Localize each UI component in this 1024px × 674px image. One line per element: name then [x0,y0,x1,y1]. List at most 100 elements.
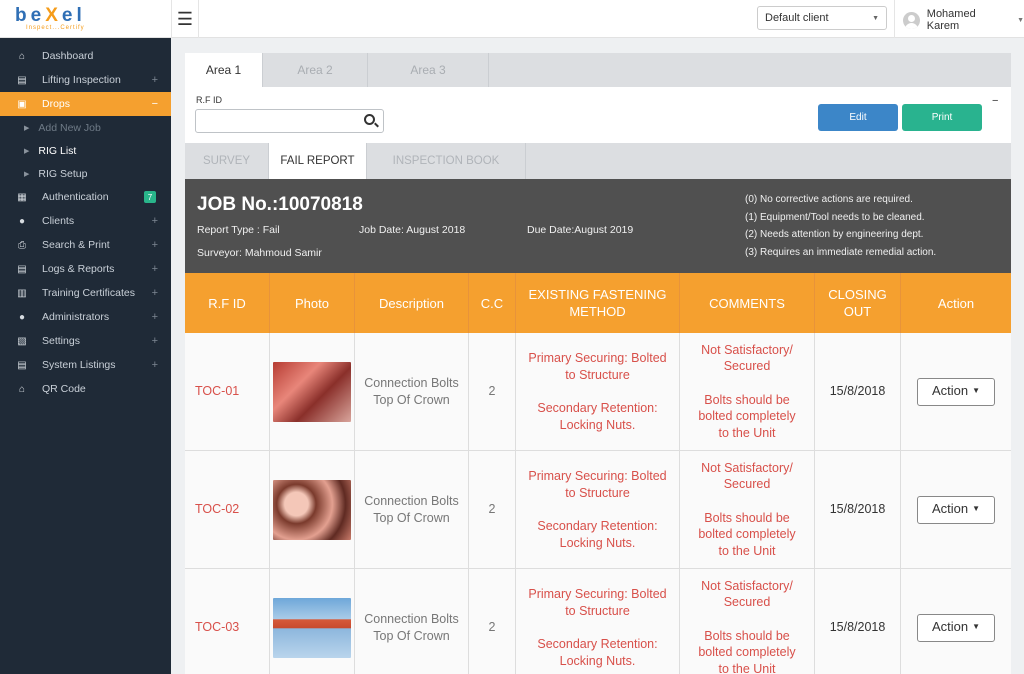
sidebar-subitem-label: RIG List [38,144,77,157]
tab-fail-report[interactable]: FAIL REPORT [269,143,367,179]
sidebar-item-clients[interactable]: ● Clients + [0,209,171,233]
secondary-retention: Secondary Retention: Locking Nuts. [537,637,658,668]
column-header: COMMENTS [680,273,815,333]
print-button[interactable]: Print [902,104,982,131]
comment-status: Not Satisfactory/ Secured [701,342,793,374]
column-header: Photo [270,273,355,333]
due-date: Due Date:August 2019 [527,224,634,236]
menu-toggle-icon[interactable]: ☰ [171,0,199,38]
legend-item: (2) Needs attention by engineering dept. [745,229,924,240]
job-date: Job Date: August 2018 [359,224,466,236]
sidebar-item-label: Training Certificates [42,287,135,299]
sidebar-item-training-certificates[interactable]: ▥ Training Certificates + [0,281,171,305]
report-tabs: SURVEY FAIL REPORT INSPECTION BOOK [185,143,1011,179]
action-dropdown-button[interactable]: Action ▼ [917,377,995,406]
comments-cell: Not Satisfactory/ Secured Bolts should b… [680,451,815,568]
search-icon[interactable] [364,114,375,125]
sidebar-item-administrators[interactable]: ● Administrators + [0,305,171,329]
job-header: JOB No.:10070818 Report Type : Fail Job … [185,179,1011,273]
logo-text: be [15,4,46,26]
expand-icon: + [151,359,158,371]
chevron-down-icon: ▼ [1017,16,1024,24]
rf-id-input[interactable] [195,109,384,133]
primary-securing: Primary Securing: Bolted to Structure [528,351,667,382]
action-dropdown-button[interactable]: Action ▼ [917,495,995,524]
description-cell: Connection Bolts Top Of Crown [355,569,469,674]
expand-icon: + [151,74,158,86]
rf-id-cell[interactable]: TOC-03 [185,569,270,674]
sidebar-item-label: QR Code [42,383,86,395]
rf-search-panel: R.F ID Edit Print − [185,87,1011,143]
comments-cell: Not Satisfactory/ Secured Bolts should b… [680,569,815,674]
sidebar-item-logs-reports[interactable]: ▤ Logs & Reports + [0,257,171,281]
secondary-retention: Secondary Retention: Locking Nuts. [537,401,658,432]
action-cell: Action ▼ [901,333,1011,450]
inspection-photo[interactable] [273,597,351,658]
tab-survey[interactable]: SURVEY [185,143,269,179]
collapse-icon[interactable]: − [992,95,998,107]
sidebar-item-lifting-inspection[interactable]: ▤ Lifting Inspection + [0,68,171,92]
secondary-retention: Secondary Retention: Locking Nuts. [537,519,658,550]
building-icon: ▦ [17,191,27,203]
table-row: TOC-03 Connection Bolts Top Of Crown 2 P… [185,569,1011,674]
sidebar-item-dashboard[interactable]: ⌂ Dashboard [0,44,171,68]
column-header: CLOSING OUT [815,273,901,333]
closing-out-cell: 15/8/2018 [815,333,901,450]
cc-cell: 2 [469,451,516,568]
action-label: Action [931,501,969,517]
cc-cell: 2 [469,569,516,674]
rf-id-cell[interactable]: TOC-01 [185,333,270,450]
client-select[interactable]: Default client ▼ [757,6,887,30]
report-type: Report Type : Fail [197,224,280,236]
caret-down-icon: ▼ [972,386,981,396]
inspection-photo[interactable] [273,479,351,540]
top-bar: beXel Inspect...Certify ☰ Default client… [0,0,1024,38]
legend-item: (0) No corrective actions are required. [745,194,913,205]
tab-area-1[interactable]: Area 1 [185,53,263,87]
fastening-cell: Primary Securing: Bolted to Structure Se… [516,569,680,674]
tab-inspection-book[interactable]: INSPECTION BOOK [367,143,526,179]
comments-cell: Not Satisfactory/ Secured Bolts should b… [680,333,815,450]
closing-out-cell: 15/8/2018 [815,451,901,568]
table-row: TOC-01 Connection Bolts Top Of Crown 2 P… [185,333,1011,451]
user-menu[interactable]: Mohamed Karem ▼ [903,8,1024,32]
expand-icon: + [151,239,158,251]
home-icon: ⌂ [18,383,26,395]
action-dropdown-button[interactable]: Action ▼ [917,613,995,642]
photo-cell [270,569,355,674]
edit-button[interactable]: Edit [818,104,898,131]
user-icon: ● [18,311,26,323]
sidebar-item-system-listings[interactable]: ▤ System Listings + [0,353,171,377]
sidebar-item-search-print[interactable]: ⎙ Search & Print + [0,233,171,257]
rf-id-cell[interactable]: TOC-02 [185,451,270,568]
table-header: R.F ID Photo Description C.C EXISTING FA… [185,273,1011,333]
sidebar-subitem-add-new-job[interactable]: ▶ Add New Job [0,116,171,139]
tab-area-3[interactable]: Area 3 [368,53,489,87]
sidebar-item-authentication[interactable]: ▦ Authentication 7 [0,185,171,209]
chevron-right-icon: ▶ [24,170,30,178]
client-select-value: Default client [765,12,829,24]
caret-down-icon: ▼ [972,622,981,632]
column-header: R.F ID [185,273,270,333]
tab-area-2[interactable]: Area 2 [263,53,368,87]
app-logo[interactable]: beXel Inspect...Certify [0,0,171,38]
document-icon: ▣ [17,98,27,110]
area-tabs: Area 1 Area 2 Area 3 [185,53,1011,87]
sidebar-subitem-rig-setup[interactable]: ▶ RIG Setup [0,162,171,185]
caret-down-icon: ▼ [972,504,981,514]
sidebar-item-label: Settings [42,335,80,347]
home-icon: ⌂ [18,50,26,62]
settings-icon: ▧ [17,335,27,347]
sidebar-subitem-rig-list[interactable]: ▶ RIG List [0,139,171,162]
column-header: C.C [469,273,516,333]
sidebar-item-qr-code[interactable]: ⌂ QR Code [0,377,171,401]
sidebar-item-drops[interactable]: ▣ Drops − [0,92,171,116]
inspection-photo[interactable] [273,361,351,422]
fail-report-table: TOC-01 Connection Bolts Top Of Crown 2 P… [185,333,1011,674]
rf-id-label: R.F ID [196,95,222,105]
sidebar-subitem-label: Add New Job [38,121,101,134]
column-header: Description [355,273,469,333]
expand-icon: + [151,311,158,323]
sidebar-item-settings[interactable]: ▧ Settings + [0,329,171,353]
comment-detail: Bolts should be bolted completely to the… [698,628,796,674]
